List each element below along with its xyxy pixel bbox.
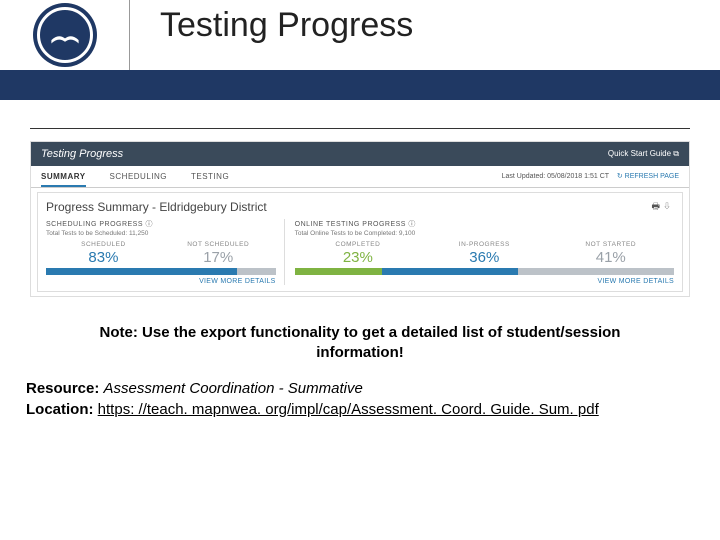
tab-testing[interactable]: TESTING	[191, 172, 229, 187]
page-title: Testing Progress	[130, 0, 720, 70]
logo-container	[0, 0, 130, 70]
scheduling-progress: SCHEDULING PROGRESS ⓘ Total Tests to be …	[46, 219, 285, 285]
resource-link[interactable]: https: //teach. mapnwea. org/impl/cap/As…	[98, 401, 599, 418]
info-icon[interactable]: ⓘ	[145, 221, 153, 228]
tab-scheduling[interactable]: SCHEDULING	[110, 172, 167, 187]
note-text: Note: Use the export functionality to ge…	[60, 323, 660, 364]
refresh-page-link[interactable]: ↻ REFRESH PAGE	[617, 173, 679, 180]
app-screenshot: Testing Progress Quick Start Guide ⧉ SUM…	[30, 141, 690, 297]
divider	[30, 128, 690, 129]
not-scheduled-percent: 17%	[161, 249, 276, 266]
screenshot-titlebar: Testing Progress Quick Start Guide ⧉	[31, 142, 689, 166]
in-progress-percent: 36%	[421, 249, 547, 266]
completed-percent: 23%	[295, 249, 421, 266]
scheduled-percent: 83%	[46, 249, 161, 266]
book-logo-icon	[37, 7, 93, 63]
screenshot-title: Testing Progress	[41, 148, 123, 160]
tab-summary[interactable]: SUMMARY	[41, 172, 86, 187]
export-icon[interactable]: ⇩	[664, 201, 674, 211]
view-details-online[interactable]: VIEW MORE DETAILS	[295, 278, 674, 285]
info-icon[interactable]: ⓘ	[408, 221, 416, 228]
last-updated: Last Updated: 05/08/2018 1:51 CT ↻ REFRE…	[502, 172, 679, 180]
resource-name: Assessment Coordination - Summative	[104, 380, 363, 397]
slide-header: Testing Progress	[0, 0, 720, 70]
view-details-scheduling[interactable]: VIEW MORE DETAILS	[46, 278, 276, 285]
scheduling-bar	[46, 268, 276, 275]
progress-summary-pane: Progress Summary - Eldridgebury District…	[37, 192, 683, 292]
print-icon[interactable]: 🖶	[652, 201, 665, 211]
online-testing-progress: ONLINE TESTING PROGRESS ⓘ Total Online T…	[295, 219, 674, 285]
pane-title: Progress Summary - Eldridgebury District	[46, 200, 267, 214]
online-bar	[295, 268, 674, 275]
not-started-percent: 41%	[548, 249, 674, 266]
external-link-icon: ⧉	[673, 149, 679, 158]
quick-start-link[interactable]: Quick Start Guide ⧉	[608, 149, 679, 159]
tab-bar: SUMMARY SCHEDULING TESTING Last Updated:…	[31, 166, 689, 188]
resource-block: Resource: Assessment Coordination - Summ…	[26, 378, 694, 420]
pane-actions: 🖶⇩	[652, 199, 674, 215]
